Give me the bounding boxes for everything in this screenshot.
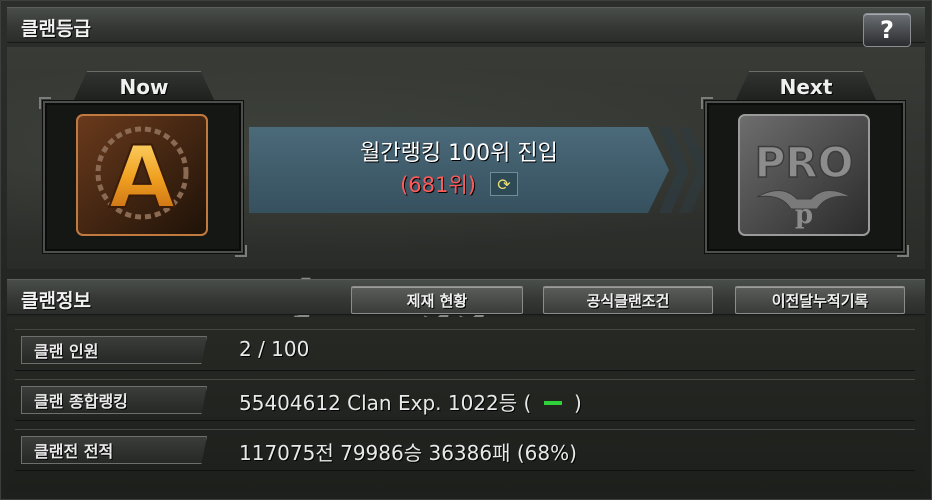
- info-row-ranking: 클랜 종합랭킹 55404612 Clan Exp. 1022등 ( ): [15, 379, 915, 421]
- question-icon: ?: [880, 16, 894, 44]
- previous-month-record-button[interactable]: 이전달누적기록: [735, 286, 905, 314]
- emblem-text: PRO: [755, 138, 854, 187]
- current-rank-row: (681위) ⟳: [249, 169, 669, 199]
- now-label: Now: [73, 71, 215, 102]
- rank-panel: Now A 월간랭킹 100위 진입 (681위) ⟳ Next PRO p: [7, 47, 925, 325]
- refresh-icon[interactable]: ⟳: [489, 172, 518, 196]
- grade-a-emblem-icon: A: [76, 114, 208, 236]
- members-label: 클랜 인원: [21, 336, 207, 364]
- clan-info-header: 클랜정보 제재 현황 공식클랜조건 이전달누적기록: [7, 279, 925, 315]
- ranking-label: 클랜 종합랭킹: [21, 386, 207, 414]
- goal-text: 월간랭킹 100위 진입: [360, 141, 558, 166]
- clan-info-title: 클랜정보: [21, 290, 91, 312]
- trend-no-change-icon: [543, 400, 562, 405]
- emblem-small: p: [795, 200, 813, 230]
- record-value: 117075전 79986승 36386패 (68%): [239, 441, 577, 465]
- goal-banner: 월간랭킹 100위 진입 (681위) ⟳: [249, 127, 669, 213]
- next-grade-box: PRO p: [701, 97, 909, 257]
- record-label: 클랜전 전적: [21, 436, 207, 464]
- ranking-value-text: 55404612 Clan Exp. 1022등 (: [239, 391, 532, 415]
- official-clan-conditions-button[interactable]: 공식클랜조건: [543, 286, 713, 314]
- clan-grade-window: 클랜등급 ? Now A 월간랭킹 100위 진입 (681위) ⟳ Next …: [0, 0, 932, 500]
- info-row-members: 클랜 인원 2 / 100: [15, 329, 915, 371]
- info-row-record: 클랜전 전적 117075전 79986승 36386패 (68%): [15, 429, 915, 471]
- members-value: 2 / 100: [239, 337, 310, 361]
- current-grade-box: A: [39, 97, 247, 257]
- clan-grade-header: 클랜등급 ?: [7, 7, 925, 47]
- emblem-letter: A: [109, 128, 176, 228]
- ranking-value: 55404612 Clan Exp. 1022등 ( ): [239, 387, 582, 416]
- ranking-value-close: ): [574, 391, 582, 415]
- grade-pro-emblem-icon: PRO p: [738, 114, 870, 236]
- current-rank: (681위): [400, 173, 476, 197]
- help-button[interactable]: ?: [863, 13, 911, 47]
- clan-grade-title: 클랜등급: [21, 18, 91, 40]
- next-label: Next: [735, 71, 877, 102]
- clan-info-body: 클랜 인원 2 / 100 클랜 종합랭킹 55404612 Clan Exp.…: [7, 317, 925, 493]
- sanction-status-button[interactable]: 제재 현황: [351, 286, 523, 314]
